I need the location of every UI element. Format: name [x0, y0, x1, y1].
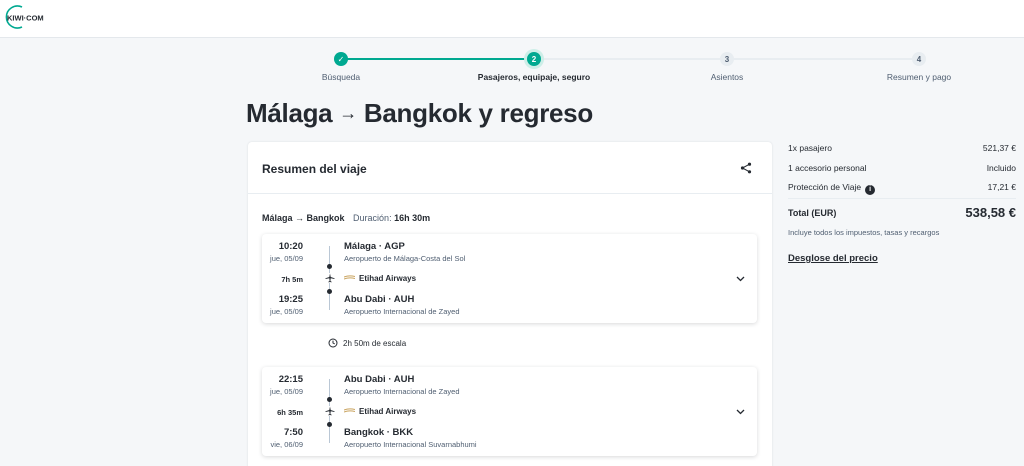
step-done-check-icon: ✓: [334, 52, 348, 66]
flight-duration: 7h 5m: [281, 275, 303, 284]
flight-segment[interactable]: 10:20 jue, 05/09 Málaga · AGP Aeropuerto…: [262, 234, 757, 323]
layover-info: 2h 50m de escala: [328, 338, 406, 348]
clock-icon: [328, 338, 338, 348]
page-title: Málaga → Bangkok y regreso: [246, 98, 593, 129]
step-search[interactable]: ✓ Búsqueda: [261, 52, 421, 82]
departure-date: jue, 05/09: [270, 254, 303, 263]
airplane-icon: [325, 406, 335, 416]
top-bar: KIWI·COM: [0, 0, 1024, 38]
trip-summary-header: Resumen del viaje: [248, 142, 772, 194]
flight-duration: 6h 35m: [277, 408, 303, 417]
total-label: Total (EUR): [788, 208, 837, 218]
price-row-value: Incluido: [986, 163, 1016, 173]
duration-value: 16h 30m: [394, 213, 431, 223]
title-arrow: →: [339, 103, 357, 123]
taxes-note: Incluye todos los impuestos, tasas y rec…: [788, 228, 940, 237]
departure-time: 10:20: [278, 241, 303, 252]
step-number: 2: [527, 52, 541, 66]
price-row-value: 521,37 €: [982, 143, 1016, 153]
airplane-icon: [325, 273, 335, 283]
title-origin: Málaga: [246, 98, 333, 128]
step-label: Búsqueda: [321, 72, 361, 82]
step-number: 4: [912, 52, 926, 66]
route-duration: Duración: 16h 30m: [353, 213, 430, 223]
booking-stepper: ✓ Búsqueda 2 Pasajeros, equipaje, seguro…: [246, 52, 1016, 86]
chevron-down-icon[interactable]: [736, 409, 745, 415]
duration-label: Duración:: [353, 213, 392, 223]
arrival-airport: Aeropuerto Internacional de Zayed: [344, 307, 460, 316]
chevron-down-icon[interactable]: [736, 276, 745, 282]
departure-place: Málaga · AGP: [344, 241, 405, 252]
trip-summary-title: Resumen del viaje: [262, 162, 367, 176]
step-passengers[interactable]: 2 Pasajeros, equipaje, seguro: [454, 52, 614, 82]
step-label: Pasajeros, equipaje, seguro: [477, 72, 591, 82]
airline: Etihad Airways: [344, 274, 416, 283]
step-seats: 3 Asientos: [647, 52, 807, 82]
departure-time: 22:15: [278, 374, 303, 385]
svg-text:KIWI·COM: KIWI·COM: [7, 14, 44, 23]
flight-segment[interactable]: 22:15 jue, 05/09 Abu Dabi · AUH Aeropuer…: [262, 367, 757, 456]
itinerary-node: [327, 422, 332, 427]
step-number: 3: [720, 52, 734, 66]
arrival-time: 19:25: [278, 294, 303, 305]
trip-summary-card: Resumen del viaje Málaga → Bangkok Durac…: [248, 142, 772, 466]
arrival-time: 7:50: [283, 427, 303, 438]
airline-name: Etihad Airways: [359, 274, 417, 283]
step-label: Asientos: [710, 72, 744, 82]
departure-place: Abu Dabi · AUH: [344, 374, 415, 385]
price-row-label: 1 accesorio personal: [788, 163, 867, 173]
itinerary-node: [327, 264, 332, 269]
arrival-place: Abu Dabi · AUH: [344, 294, 415, 305]
route-title: Málaga → Bangkok: [262, 213, 345, 223]
arrival-place: Bangkok · BKK: [344, 427, 414, 438]
kiwi-logo[interactable]: KIWI·COM: [2, 3, 58, 31]
arrival-date: vie, 06/09: [270, 440, 303, 449]
departure-airport: Aeropuerto Internacional de Zayed: [344, 387, 460, 396]
total-value: 538,58 €: [965, 205, 1016, 220]
etihad-logo-icon: [344, 275, 355, 280]
arrival-date: jue, 05/09: [270, 307, 303, 316]
info-icon[interactable]: i: [865, 185, 876, 195]
price-row-label: Protección de Viaje i: [788, 182, 876, 195]
price-row-label: 1x pasajero: [788, 143, 832, 153]
divider: [788, 198, 1016, 199]
departure-date: jue, 05/09: [270, 387, 303, 396]
price-breakdown-link[interactable]: Desglose del precio: [788, 253, 878, 264]
airline-name: Etihad Airways: [359, 407, 417, 416]
airline: Etihad Airways: [344, 407, 416, 416]
price-row-value: 17,21 €: [987, 182, 1016, 192]
arrival-airport: Aeropuerto Internacional Suvarnabhumi: [344, 440, 477, 449]
share-icon[interactable]: [740, 162, 752, 174]
itinerary-node: [327, 397, 332, 402]
departure-airport: Aeropuerto de Málaga-Costa del Sol: [344, 254, 466, 263]
etihad-logo-icon: [344, 408, 355, 413]
insurance-label: Protección de Viaje: [788, 182, 862, 192]
route-header: Málaga → Bangkok Duración: 16h 30m: [262, 213, 430, 223]
layover-text: 2h 50m de escala: [343, 339, 407, 348]
step-summary-payment: 4 Resumen y pago: [839, 52, 999, 82]
step-label: Resumen y pago: [886, 72, 952, 82]
title-destination: Bangkok y regreso: [363, 98, 593, 128]
itinerary-node: [327, 289, 332, 294]
